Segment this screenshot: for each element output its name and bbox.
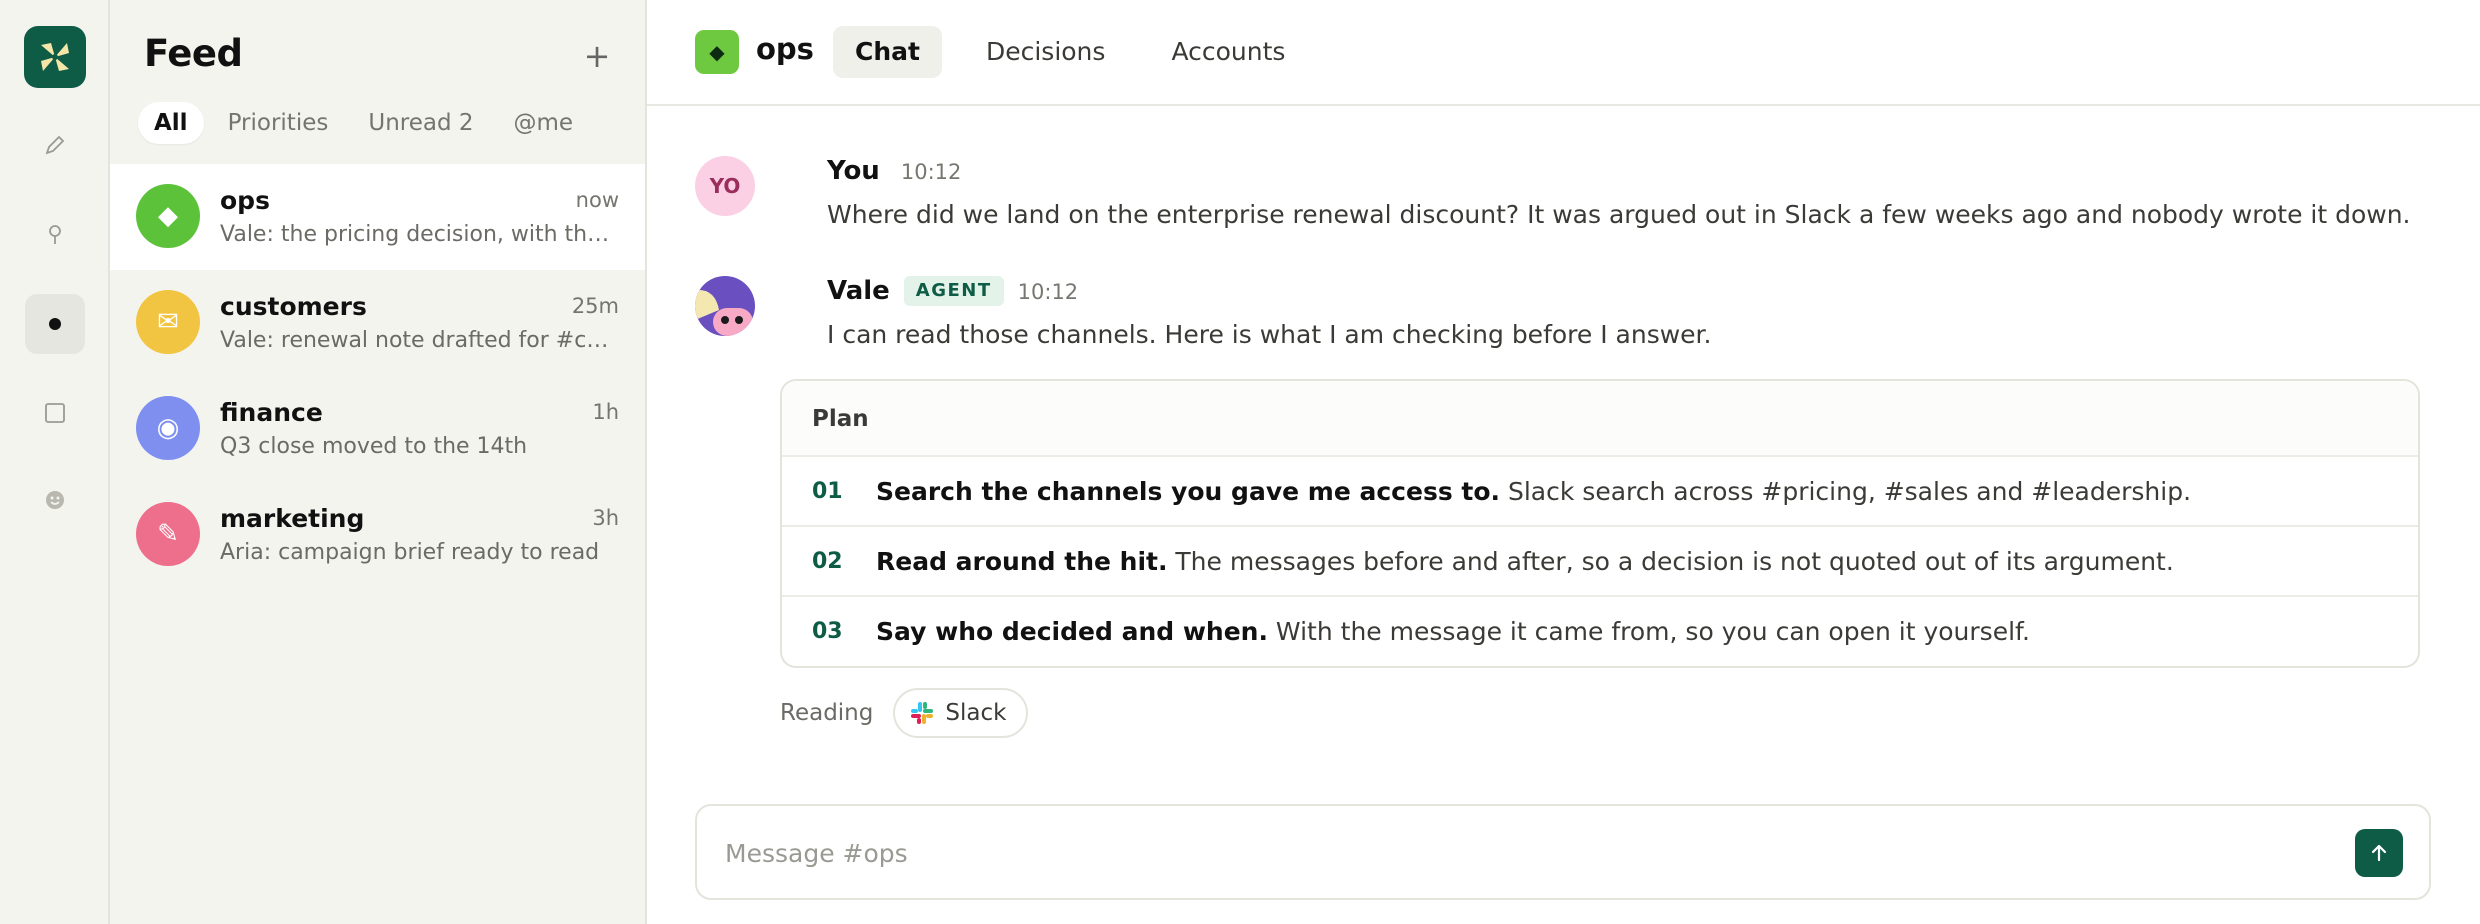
rail-tasks-button[interactable] [25, 383, 85, 443]
slack-icon [911, 702, 934, 724]
feed-item-time: now [575, 188, 619, 212]
app-logo[interactable] [24, 26, 86, 88]
filter-mentions[interactable]: @me [498, 102, 590, 144]
plan-step: 03 Say who decided and when. With the me… [782, 597, 2418, 666]
step-text: Search the channels you gave me access t… [876, 457, 2191, 527]
step-title: Search the channels you gave me access t… [876, 477, 1501, 506]
feed-dot-icon [49, 318, 61, 330]
avatar [695, 276, 755, 336]
feed-item-marketing[interactable]: ✎ marketing 3h Aria: campaign brief read… [110, 482, 645, 588]
step-text: Read around the hit. The messages before… [876, 527, 2174, 597]
feed-item-time: 3h [592, 506, 619, 530]
tab-chat[interactable]: Chat [833, 26, 942, 78]
target-icon: ◉ [136, 396, 200, 460]
filter-all[interactable]: All [138, 102, 204, 144]
rail-profile-button[interactable] [25, 470, 85, 530]
feed-item-time: 1h [592, 400, 619, 424]
message-text: I can read those channels. Here is what … [827, 320, 1712, 349]
message-text: Where did we land on the enterprise rene… [827, 200, 2411, 229]
source-name: Slack [945, 700, 1007, 726]
message-agent: Vale AGENT 10:12 I can read those channels… [695, 276, 2435, 366]
pencil-icon: ✎ [136, 502, 200, 566]
filter-unread[interactable]: Unread 2 [352, 102, 489, 144]
search-icon [49, 225, 61, 244]
step-number: 02 [812, 549, 843, 574]
feed-item-preview: Vale: renewal note drafted for #customer… [220, 328, 618, 353]
plan-step: 01 Search the channels you gave me acces… [782, 457, 2418, 527]
plan-card: Plan 01 Search the channels you gave me … [780, 379, 2420, 668]
filter-priorities[interactable]: Priorities [212, 102, 345, 144]
rail-search-button[interactable] [25, 205, 85, 265]
step-detail: With the message it came from, so you ca… [1267, 617, 2030, 646]
feed-item-name: finance [220, 398, 323, 427]
message-input[interactable] [725, 830, 2285, 876]
reading-label: Reading [780, 700, 874, 726]
diamond-icon: ◆ [136, 184, 200, 248]
author-name: Vale [827, 276, 890, 306]
mail-icon: ✉ [136, 290, 200, 354]
feed-item-preview: Vale: the pricing decision, with the thr… [220, 222, 618, 247]
rail-compose-button[interactable] [25, 115, 85, 175]
source-chip-slack[interactable]: Slack [893, 688, 1029, 738]
message-author: Vale AGENT 10:12 [827, 276, 1078, 306]
feed-panel: Feed + All Priorities Unread 2 @me ◆ ops… [110, 0, 647, 924]
app-rail [0, 0, 110, 924]
feed-list: ◆ ops now Vale: the pricing decision, wi… [110, 164, 645, 588]
square-icon [45, 403, 65, 423]
message-user: YO You 10:12 Where did we land on the en… [695, 156, 2435, 246]
feed-filters: All Priorities Unread 2 @me [138, 102, 589, 144]
step-number: 03 [812, 619, 843, 644]
feed-item-customers[interactable]: ✉ customers 25m Vale: renewal note draft… [110, 270, 645, 376]
step-detail: The messages before and after, so a deci… [1167, 547, 2174, 576]
message-time: 10:12 [900, 160, 962, 184]
channel-header: ◆ ops Chat Decisions Accounts [647, 0, 2480, 106]
reading-indicator: Reading Slack [780, 688, 1029, 738]
edit-icon [45, 135, 65, 155]
feed-item-ops[interactable]: ◆ ops now Vale: the pricing decision, wi… [110, 164, 645, 270]
message-time: 10:12 [1017, 280, 1079, 304]
step-number: 01 [812, 479, 843, 504]
feed-item-finance[interactable]: ◉ finance 1h Q3 close moved to the 14th [110, 376, 645, 482]
agent-badge: AGENT [903, 276, 1004, 306]
feed-item-name: ops [220, 186, 270, 215]
plan-step: 02 Read around the hit. The messages bef… [782, 527, 2418, 597]
channel-name: ops [756, 32, 814, 66]
step-title: Read around the hit. [876, 547, 1168, 576]
step-title: Say who decided and when. [876, 617, 1268, 646]
channel-diamond-icon: ◆ [695, 30, 739, 74]
agent-avatar-icon [695, 276, 755, 336]
logo-icon [41, 43, 69, 71]
arrow-up-icon [2371, 844, 2387, 862]
author-name: You [827, 156, 880, 186]
rail-feed-button[interactable] [25, 294, 85, 354]
message-author: You 10:12 [827, 156, 961, 186]
tab-accounts[interactable]: Accounts [1149, 26, 1307, 78]
avatar: YO [695, 156, 755, 216]
feed-item-time: 25m [571, 294, 619, 318]
send-button[interactable] [2355, 829, 2403, 877]
message-composer [695, 804, 2431, 900]
add-conversation-button[interactable]: + [582, 38, 612, 74]
step-text: Say who decided and when. With the messa… [876, 597, 2030, 666]
smiley-icon [46, 491, 64, 509]
tab-decisions[interactable]: Decisions [964, 26, 1127, 78]
step-detail: Slack search across #pricing, #sales and… [1500, 477, 2192, 506]
feed-item-preview: Q3 close moved to the 14th [220, 434, 528, 459]
feed-title: Feed [144, 32, 243, 75]
feed-item-preview: Aria: campaign brief ready to read [220, 540, 600, 565]
feed-item-name: marketing [220, 504, 365, 533]
plan-title: Plan [782, 381, 2418, 457]
feed-item-name: customers [220, 292, 367, 321]
channel-tabs: Chat Decisions Accounts [833, 26, 1307, 78]
